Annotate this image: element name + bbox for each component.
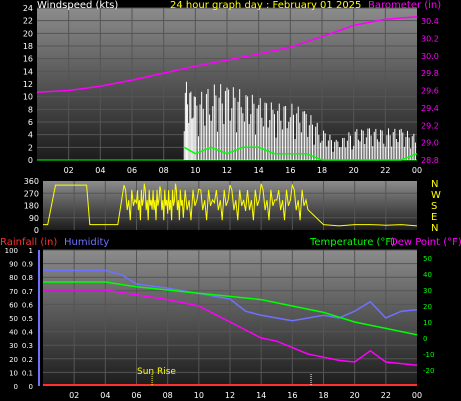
rain-tick-100: 1 — [29, 247, 33, 255]
p3-hour-tick-14: 14 — [256, 391, 266, 400]
windspeed-tick-16: 16 — [23, 55, 33, 64]
rain-tick-60: 0.6 — [22, 301, 34, 309]
rain-tick-80: 0.8 — [22, 274, 33, 282]
humidity-tick-30: 30 — [9, 342, 18, 350]
windspeed-axis-title: Windspeed (kts) — [37, 0, 119, 11]
humidity-tick-100: 100 — [5, 247, 18, 255]
direction-tick-360: 360 — [24, 177, 39, 186]
barometer-tick-30.0: 30.0 — [421, 52, 439, 61]
temperature-tick--10: -10 — [423, 351, 434, 359]
graph-title: 24 hour graph day : February 01 2025 — [170, 0, 362, 11]
humidity-tick-60: 60 — [9, 301, 18, 309]
p1-hour-tick-14: 14 — [254, 166, 264, 175]
p3-hour-tick-04: 04 — [100, 391, 110, 400]
rain-tick-20: 0.2 — [22, 356, 33, 364]
temperature-tick-10: 10 — [423, 319, 432, 327]
windspeed-tick-2: 2 — [28, 143, 33, 152]
compass-label-w: W — [431, 190, 441, 201]
windspeed-tick-8: 8 — [28, 105, 33, 114]
p3-hour-tick-08: 08 — [163, 391, 173, 400]
p1-hour-tick-00: 00 — [412, 166, 422, 175]
p3-hour-tick-02: 02 — [69, 391, 79, 400]
p1-hour-tick-20: 20 — [349, 166, 359, 175]
temperature-tick-40: 40 — [423, 271, 432, 279]
humidity-tick-40: 40 — [9, 329, 18, 337]
barometer-tick-28.8: 28.8 — [421, 156, 439, 165]
p3-hour-tick-22: 22 — [381, 391, 391, 400]
humidity-tick-50: 50 — [9, 315, 18, 323]
windspeed-tick-24: 24 — [23, 4, 33, 13]
humidity-tick-10: 10 — [9, 369, 18, 377]
p1-hour-tick-06: 06 — [127, 166, 137, 175]
temperature-tick--20: -20 — [423, 367, 434, 375]
windspeed-tick-0: 0 — [28, 156, 33, 165]
rainfall-axis-title: Rainfall (in) — [0, 237, 58, 248]
humidity-axis-title: Humidity — [64, 237, 110, 248]
rain-tick-30: 0.3 — [22, 342, 33, 350]
windspeed-tick-10: 10 — [23, 93, 33, 102]
windspeed-tick-6: 6 — [28, 118, 33, 127]
rain-tick-0: 0 — [29, 383, 33, 391]
weather-graph-24h: 0 2 4 6 8 10 12 14 16 18 20 22 24 28.8 29.0 29.2 29.4 29.… — [0, 0, 461, 401]
p3-hour-tick-00: 00 — [412, 391, 422, 400]
humidity-tick-90: 90 — [9, 261, 18, 269]
p3-hour-tick-12: 12 — [225, 391, 235, 400]
weather-chart-svg: 02468101214161820222428.829.029.229.429.… — [5, 4, 439, 400]
windspeed-tick-20: 20 — [23, 29, 33, 38]
temperature-tick-20: 20 — [423, 303, 432, 311]
p1-hour-tick-18: 18 — [317, 166, 327, 175]
p1-hour-tick-22: 22 — [380, 166, 390, 175]
barometer-tick-29.6: 29.6 — [421, 87, 439, 96]
direction-tick-0: 0 — [34, 226, 39, 235]
temperature-axis-title: Temperature (°F) — [310, 237, 396, 248]
barometer-tick-29.4: 29.4 — [421, 104, 439, 113]
humidity-tick-0: 0 — [14, 383, 18, 391]
barometer-tick-30.2: 30.2 — [421, 34, 439, 43]
barometer-tick-29.2: 29.2 — [421, 121, 439, 130]
humidity-tick-80: 80 — [9, 274, 18, 282]
humidity-tick-20: 20 — [9, 356, 18, 364]
p3-hour-tick-06: 06 — [131, 391, 141, 400]
compass-label-n-bottom: N — [431, 223, 439, 234]
barometer-axis-title: Barometer (in) — [368, 0, 442, 11]
p3-hour-tick-20: 20 — [350, 391, 360, 400]
compass-label-n-top: N — [431, 179, 439, 190]
dewpoint-axis-title: Dew Point (°F) — [390, 237, 461, 248]
compass-label-s: S — [431, 201, 438, 212]
rain-tick-40: 0.4 — [22, 329, 34, 337]
direction-tick-180: 180 — [24, 202, 39, 211]
temperature-tick-30: 30 — [423, 287, 432, 295]
windspeed-tick-14: 14 — [23, 67, 33, 76]
p1-hour-tick-16: 16 — [285, 166, 295, 175]
direction-tick-90: 90 — [29, 214, 39, 223]
rain-tick-90: 0.9 — [22, 261, 33, 269]
windspeed-tick-18: 18 — [23, 42, 33, 51]
rain-tick-10: 0.1 — [22, 369, 33, 377]
p1-hour-tick-08: 08 — [159, 166, 169, 175]
barometer-tick-30.4: 30.4 — [421, 17, 439, 26]
direction-tick-270: 270 — [24, 189, 39, 198]
temperature-tick-0: 0 — [423, 335, 427, 343]
rain-tick-70: 0.7 — [22, 288, 33, 296]
p3-hour-tick-18: 18 — [318, 391, 328, 400]
p1-hour-tick-04: 04 — [95, 166, 105, 175]
windspeed-tick-22: 22 — [23, 17, 33, 26]
p1-hour-tick-10: 10 — [190, 166, 200, 175]
barometer-tick-29.8: 29.8 — [421, 69, 439, 78]
p3-hour-tick-16: 16 — [287, 391, 297, 400]
p1-hour-tick-02: 02 — [64, 166, 74, 175]
rain-tick-50: 0.5 — [22, 315, 33, 323]
windspeed-tick-4: 4 — [28, 131, 33, 140]
p3-hour-tick-10: 10 — [194, 391, 204, 400]
p1-hour-tick-12: 12 — [222, 166, 232, 175]
barometer-tick-29.0: 29.0 — [421, 139, 439, 148]
humidity-tick-70: 70 — [9, 288, 18, 296]
temperature-tick-50: 50 — [423, 255, 432, 263]
sunrise-label: Sun Rise — [137, 367, 176, 377]
windspeed-tick-12: 12 — [23, 80, 33, 89]
compass-label-e: E — [431, 212, 438, 223]
